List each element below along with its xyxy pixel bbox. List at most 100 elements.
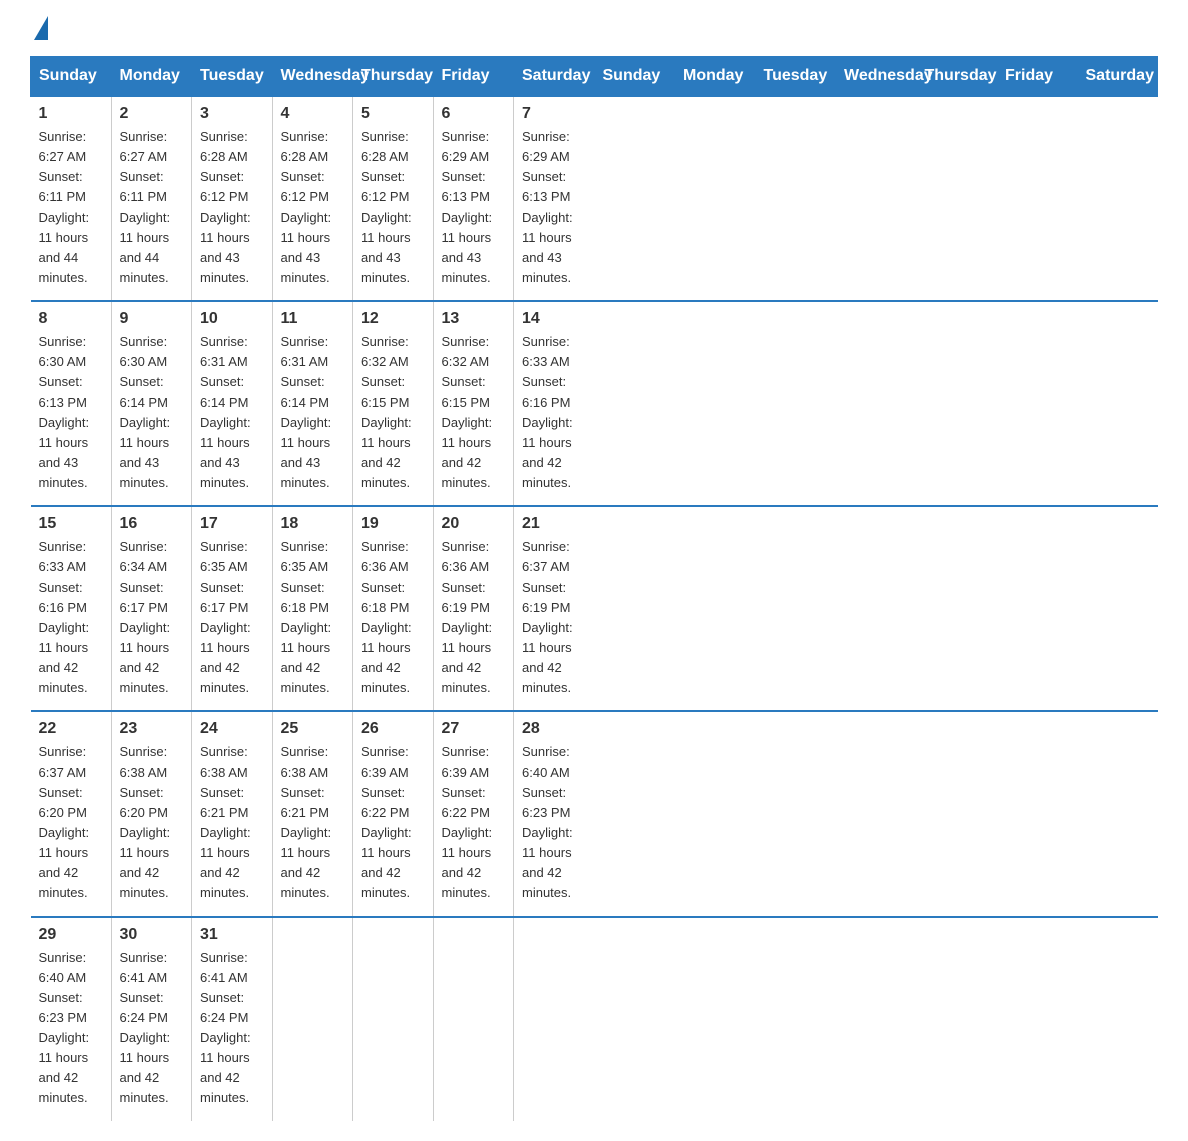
calendar-cell: 29 Sunrise: 6:40 AMSunset: 6:23 PMDayligh… — [31, 917, 112, 1121]
day-info: Sunrise: 6:36 AMSunset: 6:18 PMDaylight:… — [361, 537, 425, 698]
day-number: 4 — [281, 105, 345, 123]
page-header — [30, 20, 1158, 36]
day-number: 26 — [361, 720, 425, 738]
day-info: Sunrise: 6:30 AMSunset: 6:13 PMDaylight:… — [39, 332, 103, 493]
calendar-cell: 20Sunrise: 6:36 AMSunset: 6:19 PMDayligh… — [433, 506, 514, 711]
day-number: 10 — [200, 310, 264, 328]
calendar-cell: 8 Sunrise: 6:30 AMSunset: 6:13 PMDaylight… — [31, 301, 112, 506]
day-info: Sunrise: 6:29 AMSunset: 6:13 PMDaylight:… — [442, 127, 506, 288]
day-number: 16 — [120, 515, 184, 533]
day-info: Sunrise: 6:27 AMSunset: 6:11 PMDaylight:… — [39, 127, 103, 288]
day-number: 2 — [120, 105, 184, 123]
header-friday: Friday — [433, 57, 514, 97]
day-info: Sunrise: 6:38 AMSunset: 6:20 PMDaylight:… — [120, 742, 184, 903]
day-number: 19 — [361, 515, 425, 533]
calendar-cell: 7 Sunrise: 6:29 AMSunset: 6:13 PMDaylight… — [514, 96, 595, 301]
day-info: Sunrise: 6:40 AMSunset: 6:23 PMDaylight:… — [39, 948, 103, 1109]
calendar-cell: 15 Sunrise: 6:33 AMSunset: 6:16 PMDayligh… — [31, 506, 112, 711]
calendar-cell: 5 Sunrise: 6:28 AMSunset: 6:12 PMDaylight… — [353, 96, 434, 301]
day-number: 20 — [442, 515, 506, 533]
calendar-cell: 22 Sunrise: 6:37 AMSunset: 6:20 PMDayligh… — [31, 711, 112, 916]
day-info: Sunrise: 6:34 AMSunset: 6:17 PMDaylight:… — [120, 537, 184, 698]
day-number: 22 — [39, 720, 103, 738]
calendar-cell: 25 Sunrise: 6:38 AMSunset: 6:21 PMDayligh… — [272, 711, 353, 916]
day-number: 9 — [120, 310, 184, 328]
day-number: 7 — [522, 105, 586, 123]
calendar-cell: 21Sunrise: 6:37 AMSunset: 6:19 PMDayligh… — [514, 506, 595, 711]
calendar-cell — [353, 917, 434, 1121]
header-saturday: Saturday — [514, 57, 595, 97]
day-info: Sunrise: 6:38 AMSunset: 6:21 PMDaylight:… — [200, 742, 264, 903]
day-number: 11 — [281, 310, 345, 328]
day-number: 24 — [200, 720, 264, 738]
header-sunday: Sunday — [31, 57, 112, 97]
day-number: 12 — [361, 310, 425, 328]
day-info: Sunrise: 6:30 AMSunset: 6:14 PMDaylight:… — [120, 332, 184, 493]
day-number: 8 — [39, 310, 103, 328]
calendar-cell: 26Sunrise: 6:39 AMSunset: 6:22 PMDayligh… — [353, 711, 434, 916]
calendar-cell — [514, 917, 595, 1121]
column-header-sunday: Sunday — [594, 57, 675, 97]
day-info: Sunrise: 6:41 AMSunset: 6:24 PMDaylight:… — [120, 948, 184, 1109]
calendar-cell: 16 Sunrise: 6:34 AMSunset: 6:17 PMDayligh… — [111, 506, 192, 711]
calendar-table: SundayMondayTuesdayWednesdayThursdayFrid… — [30, 56, 1158, 1121]
column-header-wednesday: Wednesday — [836, 57, 917, 97]
day-info: Sunrise: 6:38 AMSunset: 6:21 PMDaylight:… — [281, 742, 345, 903]
day-number: 27 — [442, 720, 506, 738]
header-tuesday: Tuesday — [192, 57, 273, 97]
day-info: Sunrise: 6:33 AMSunset: 6:16 PMDaylight:… — [522, 332, 586, 493]
calendar-cell: 6Sunrise: 6:29 AMSunset: 6:13 PMDaylight… — [433, 96, 514, 301]
day-info: Sunrise: 6:28 AMSunset: 6:12 PMDaylight:… — [361, 127, 425, 288]
calendar-week-5: 29 Sunrise: 6:40 AMSunset: 6:23 PMDayligh… — [31, 917, 1158, 1121]
day-info: Sunrise: 6:27 AMSunset: 6:11 PMDaylight:… — [120, 127, 184, 288]
calendar-cell: 30 Sunrise: 6:41 AMSunset: 6:24 PMDayligh… — [111, 917, 192, 1121]
day-info: Sunrise: 6:39 AMSunset: 6:22 PMDaylight:… — [442, 742, 506, 903]
calendar-week-3: 15 Sunrise: 6:33 AMSunset: 6:16 PMDayligh… — [31, 506, 1158, 711]
logo-triangle-icon — [34, 16, 48, 40]
column-header-thursday: Thursday — [916, 57, 997, 97]
day-number: 18 — [281, 515, 345, 533]
column-header-tuesday: Tuesday — [755, 57, 836, 97]
day-info: Sunrise: 6:35 AMSunset: 6:17 PMDaylight:… — [200, 537, 264, 698]
day-number: 15 — [39, 515, 103, 533]
calendar-week-4: 22 Sunrise: 6:37 AMSunset: 6:20 PMDayligh… — [31, 711, 1158, 916]
calendar-cell: 24 Sunrise: 6:38 AMSunset: 6:21 PMDayligh… — [192, 711, 273, 916]
day-number: 31 — [200, 926, 264, 944]
calendar-cell: 11 Sunrise: 6:31 AMSunset: 6:14 PMDayligh… — [272, 301, 353, 506]
day-info: Sunrise: 6:33 AMSunset: 6:16 PMDaylight:… — [39, 537, 103, 698]
calendar-cell: 27 Sunrise: 6:39 AMSunset: 6:22 PMDayligh… — [433, 711, 514, 916]
calendar-cell: 17Sunrise: 6:35 AMSunset: 6:17 PMDayligh… — [192, 506, 273, 711]
calendar-cell — [433, 917, 514, 1121]
day-number: 29 — [39, 926, 103, 944]
day-number: 30 — [120, 926, 184, 944]
day-info: Sunrise: 6:41 AMSunset: 6:24 PMDaylight:… — [200, 948, 264, 1109]
day-info: Sunrise: 6:31 AMSunset: 6:14 PMDaylight:… — [200, 332, 264, 493]
day-info: Sunrise: 6:29 AMSunset: 6:13 PMDaylight:… — [522, 127, 586, 288]
day-info: Sunrise: 6:37 AMSunset: 6:20 PMDaylight:… — [39, 742, 103, 903]
day-number: 3 — [200, 105, 264, 123]
calendar-cell: 28Sunrise: 6:40 AMSunset: 6:23 PMDayligh… — [514, 711, 595, 916]
day-number: 23 — [120, 720, 184, 738]
calendar-cell: 1 Sunrise: 6:27 AMSunset: 6:11 PMDaylight… — [31, 96, 112, 301]
calendar-cell: 12 Sunrise: 6:32 AMSunset: 6:15 PMDayligh… — [353, 301, 434, 506]
day-info: Sunrise: 6:31 AMSunset: 6:14 PMDaylight:… — [281, 332, 345, 493]
day-number: 1 — [39, 105, 103, 123]
header-wednesday: Wednesday — [272, 57, 353, 97]
day-info: Sunrise: 6:32 AMSunset: 6:15 PMDaylight:… — [361, 332, 425, 493]
column-header-monday: Monday — [675, 57, 756, 97]
day-number: 25 — [281, 720, 345, 738]
day-number: 14 — [522, 310, 586, 328]
day-number: 5 — [361, 105, 425, 123]
calendar-cell: 18Sunrise: 6:35 AMSunset: 6:18 PMDayligh… — [272, 506, 353, 711]
calendar-cell — [272, 917, 353, 1121]
day-info: Sunrise: 6:32 AMSunset: 6:15 PMDaylight:… — [442, 332, 506, 493]
column-header-saturday: Saturday — [1077, 57, 1158, 97]
calendar-cell: 2 Sunrise: 6:27 AMSunset: 6:11 PMDaylight… — [111, 96, 192, 301]
header-monday: Monday — [111, 57, 192, 97]
header-thursday: Thursday — [353, 57, 434, 97]
logo — [30, 20, 48, 36]
day-number: 21 — [522, 515, 586, 533]
day-info: Sunrise: 6:28 AMSunset: 6:12 PMDaylight:… — [200, 127, 264, 288]
column-header-friday: Friday — [997, 57, 1078, 97]
day-number: 13 — [442, 310, 506, 328]
